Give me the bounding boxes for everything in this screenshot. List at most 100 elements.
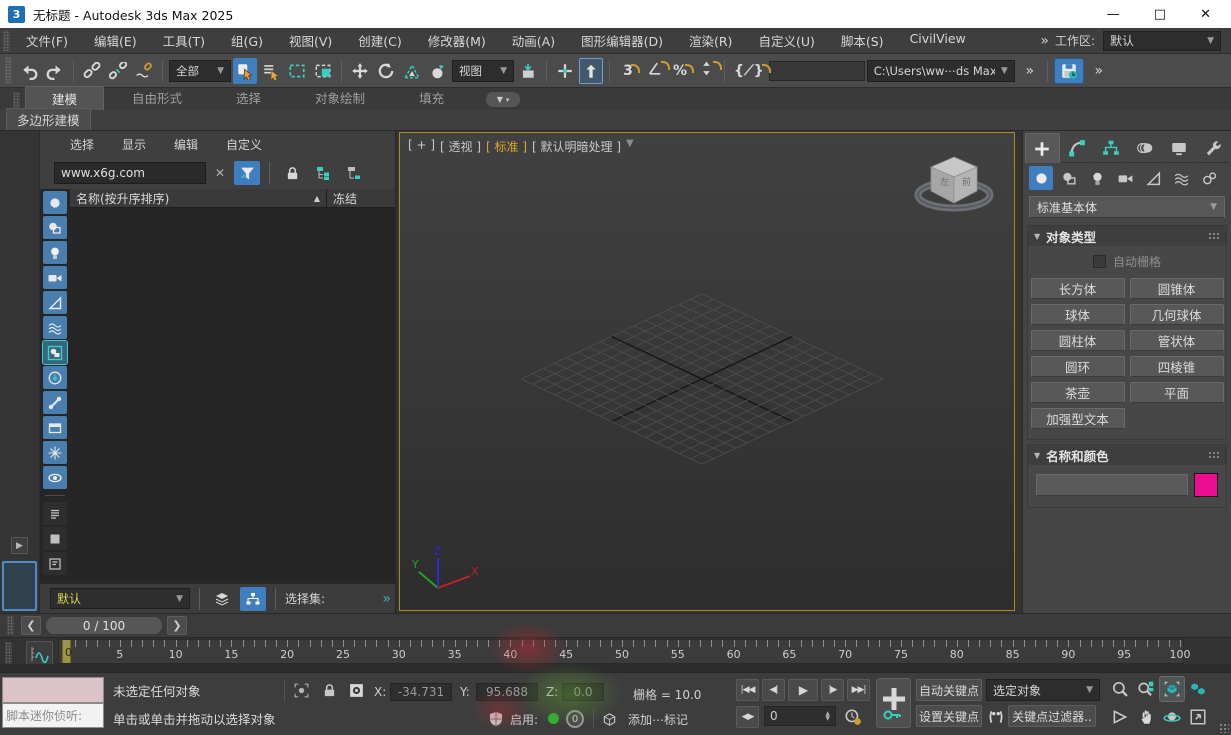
- modify-tab[interactable]: [1060, 133, 1094, 163]
- toolbar-grip[interactable]: [5, 57, 12, 84]
- time-slider[interactable]: 0 / 100: [45, 616, 163, 635]
- menu-item[interactable]: 动画(A): [499, 31, 568, 50]
- window-crossing-toggle-icon[interactable]: [311, 58, 335, 84]
- cameras-category-icon[interactable]: [1113, 166, 1137, 190]
- search-filter-icon[interactable]: [234, 161, 261, 185]
- time-slider-grip[interactable]: [7, 616, 14, 635]
- rectangular-selection-region-icon[interactable]: [285, 58, 309, 84]
- redo-icon[interactable]: [43, 58, 67, 84]
- viewport-style-menu[interactable]: [ 标准 ]: [486, 138, 527, 155]
- viewport-general-menu[interactable]: [ + ]: [408, 138, 435, 155]
- menu-item[interactable]: 修改器(M): [415, 31, 499, 50]
- display-lights-icon[interactable]: [43, 241, 67, 264]
- collapse-hierarchy-icon[interactable]: [341, 161, 367, 185]
- unlink-selection-icon[interactable]: [106, 58, 130, 84]
- undo-icon[interactable]: [17, 58, 41, 84]
- selection-set-dropdown[interactable]: 选定对象 ▼: [986, 679, 1100, 701]
- previous-frame-icon[interactable]: ◀|: [762, 679, 785, 701]
- close-button[interactable]: ✕: [1200, 7, 1211, 22]
- explorer-material-view-icon[interactable]: [43, 527, 67, 550]
- column-name[interactable]: 名称(按升序排序) ▲: [70, 189, 327, 207]
- toolbar-grip[interactable]: [3, 30, 10, 51]
- key-brackets-icon[interactable]: [986, 707, 1005, 726]
- isolate-selection-icon[interactable]: [292, 681, 311, 700]
- select-and-place-icon[interactable]: [426, 58, 450, 84]
- primitive-button-几何球体[interactable]: 几何球体: [1129, 304, 1224, 325]
- explorer-menu-显示[interactable]: 显示: [110, 136, 158, 153]
- explorer-menu-选择[interactable]: 选择: [58, 136, 106, 153]
- degradation-count-badge[interactable]: 0: [566, 710, 584, 728]
- motion-tab[interactable]: [1128, 133, 1162, 163]
- project-path-dropdown[interactable]: C:\Users\ww⋯ds Max 2025▼: [866, 59, 1015, 82]
- reference-coordsys-dropdown[interactable]: 视图 ▼: [452, 59, 514, 82]
- z-coordinate-field[interactable]: 0.0: [562, 683, 604, 701]
- space-warps-category-icon[interactable]: [1169, 166, 1193, 190]
- rollout-grip-icon[interactable]: [1208, 451, 1220, 459]
- minimize-button[interactable]: —: [1107, 7, 1120, 22]
- display-particles-icon[interactable]: [43, 441, 67, 464]
- time-configuration-icon[interactable]: [843, 707, 862, 726]
- set-keys-button[interactable]: [876, 678, 911, 728]
- primitive-button-平面[interactable]: 平面: [1129, 382, 1224, 403]
- display-bones-icon[interactable]: [43, 391, 67, 414]
- display-shapes-icon[interactable]: [43, 216, 67, 239]
- zoom-extents-icon[interactable]: [1159, 676, 1185, 702]
- primitive-button-加强型文本[interactable]: 加强型文本: [1030, 408, 1125, 429]
- pan-hand-icon[interactable]: [1134, 705, 1158, 729]
- zoom-extents-all-icon[interactable]: [1186, 677, 1210, 701]
- display-visibility-icon[interactable]: [43, 466, 67, 489]
- app-icon[interactable]: 3: [8, 5, 25, 23]
- ribbon-panel-tab[interactable]: 多边形建模: [6, 108, 91, 130]
- window-resize-grip[interactable]: [1219, 723, 1229, 733]
- current-frame-field[interactable]: 0 ▲ ▼: [764, 706, 836, 726]
- ribbon-tab-选择[interactable]: 选择: [210, 86, 287, 110]
- explorer-preset-dropdown[interactable]: 默认 ▼: [50, 588, 190, 609]
- auto-key-button[interactable]: 自动关键点: [916, 679, 982, 701]
- object-color-swatch[interactable]: [1194, 473, 1218, 497]
- select-and-manipulate-icon[interactable]: [553, 58, 577, 84]
- go-to-start-icon[interactable]: |◀◀: [736, 679, 759, 701]
- ribbon-tab-建模[interactable]: 建模: [25, 86, 105, 110]
- primitive-button-茶壶[interactable]: 茶壶: [1030, 382, 1125, 403]
- edit-named-selection-sets-icon[interactable]: {⟋}: [731, 58, 771, 84]
- absolute-mode-icon[interactable]: [347, 681, 366, 700]
- primitive-button-圆环[interactable]: 圆环: [1030, 356, 1125, 377]
- display-containers-icon[interactable]: [43, 416, 67, 439]
- explorer-search-input[interactable]: www.x6g.com: [54, 162, 206, 184]
- primitive-button-管状体[interactable]: 管状体: [1129, 330, 1224, 351]
- angle-snap-icon[interactable]: [642, 58, 670, 84]
- primitive-button-圆柱体[interactable]: 圆柱体: [1030, 330, 1125, 351]
- ribbon-tab-对象绘制[interactable]: 对象绘制: [289, 86, 391, 110]
- next-frame-icon[interactable]: |▶: [821, 679, 844, 701]
- rollout-grip-icon[interactable]: [1208, 232, 1220, 240]
- shapes-category-icon[interactable]: [1057, 166, 1081, 190]
- layer-explorer-icon[interactable]: [209, 587, 235, 611]
- timeline-ruler[interactable]: 0 5 10 15 20 25 30 35 40 45 50 55 60 65 70 75 80 85 90 95 10…: [58, 639, 1191, 664]
- autogrid-checkbox[interactable]: [1092, 255, 1106, 268]
- y-coordinate-field[interactable]: 95.688: [476, 683, 538, 701]
- maximize-button[interactable]: □: [1154, 7, 1166, 22]
- viewport-shading-menu[interactable]: [ 默认明暗处理 ]: [532, 138, 621, 155]
- explorer-overflow-chevron-icon[interactable]: »: [382, 591, 390, 607]
- toolbar-overflow-chevron-icon[interactable]: »: [1017, 58, 1041, 84]
- field-of-view-icon[interactable]: [1108, 705, 1132, 729]
- scene-explorer-mode-icon[interactable]: [240, 586, 266, 611]
- primitive-button-长方体[interactable]: 长方体: [1030, 278, 1125, 299]
- display-geometry-icon[interactable]: [43, 191, 67, 214]
- explorer-list-view-icon[interactable]: [43, 502, 67, 525]
- expand-panel-arrow-icon[interactable]: ▶: [11, 537, 28, 554]
- x-coordinate-field[interactable]: -34.731: [390, 683, 452, 701]
- geometry-category-icon[interactable]: [1029, 166, 1053, 190]
- ribbon-tab-填充[interactable]: 填充: [393, 86, 470, 110]
- explorer-detail-view-icon[interactable]: [43, 552, 67, 575]
- object-category-dropdown[interactable]: 标准基本体 ▼: [1029, 196, 1225, 218]
- play-animation-icon[interactable]: ▶: [788, 679, 818, 701]
- select-and-scale-icon[interactable]: [400, 58, 424, 84]
- helpers-category-icon[interactable]: [1141, 166, 1165, 190]
- previous-frame-arrow-icon[interactable]: ❮: [21, 616, 41, 635]
- primitive-button-圆锥体[interactable]: 圆锥体: [1129, 278, 1224, 299]
- object-name-input[interactable]: [1036, 474, 1188, 496]
- selection-filter-dropdown[interactable]: 全部 ▼: [169, 59, 231, 82]
- zoom-icon[interactable]: [1108, 677, 1132, 701]
- menu-item[interactable]: CivilView: [897, 31, 979, 50]
